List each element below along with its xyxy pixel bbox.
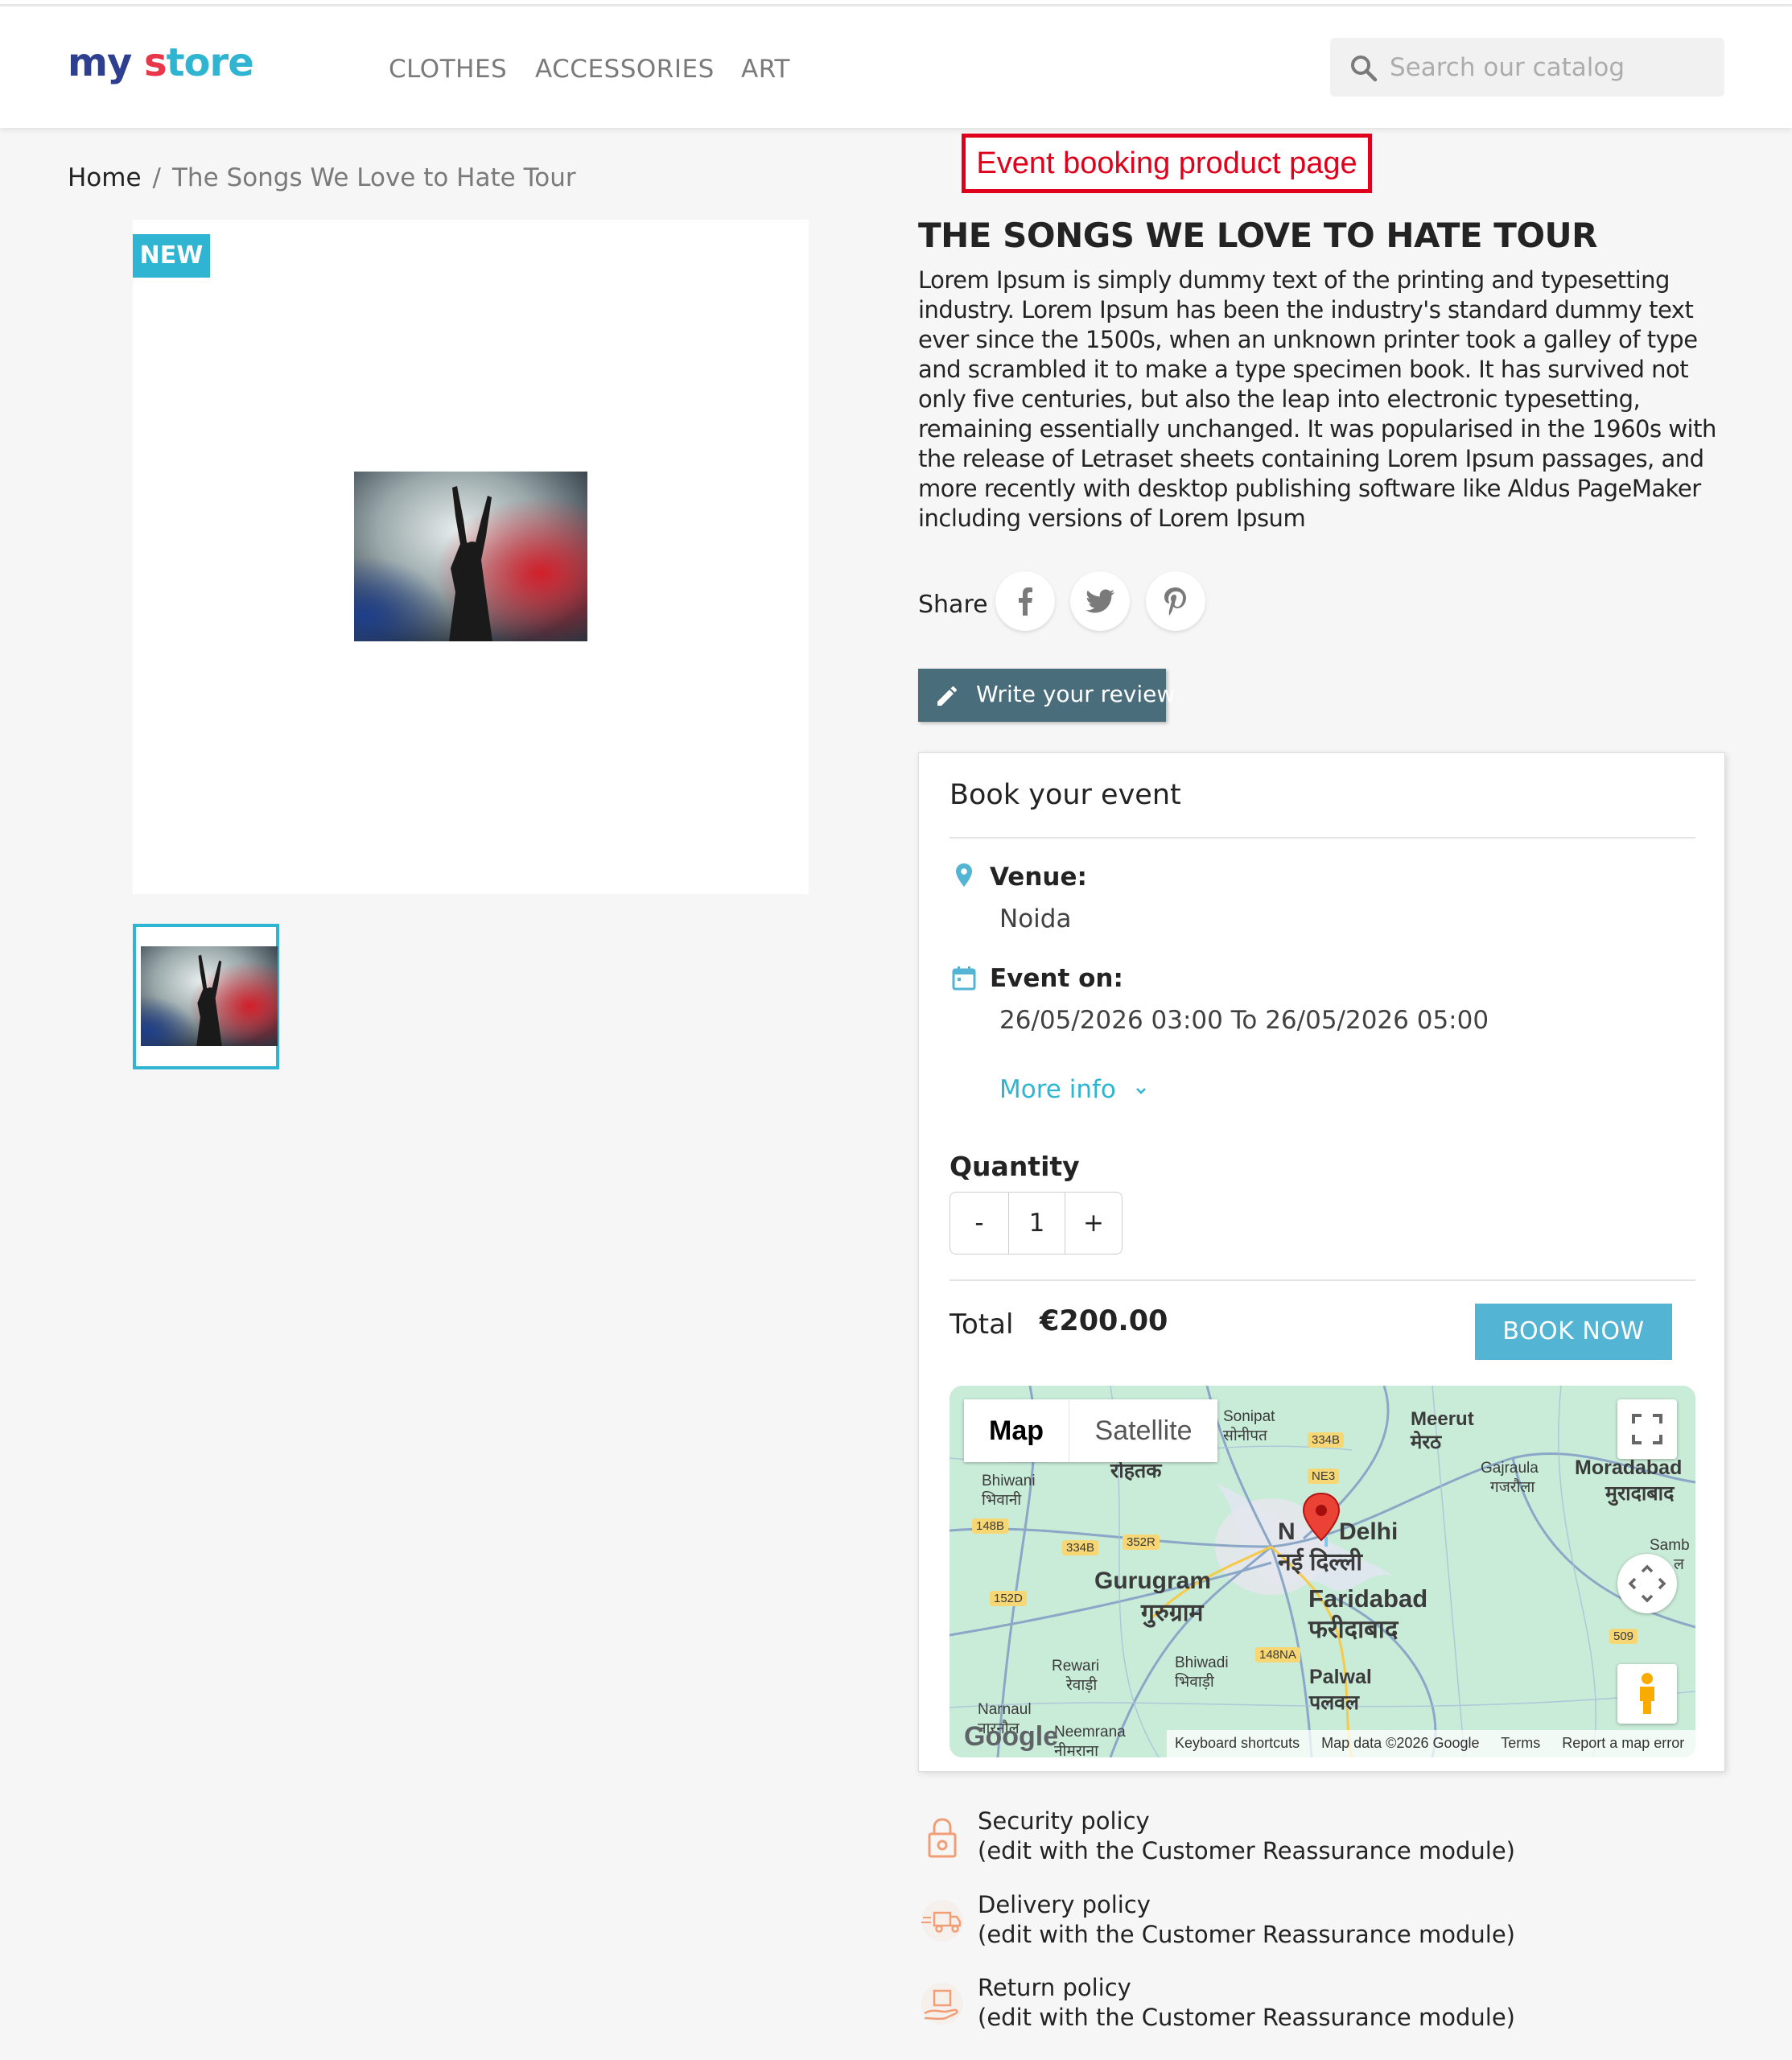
- product-description: Lorem Ipsum is simply dummy text of the …: [918, 266, 1716, 532]
- more-info-toggle[interactable]: More info: [999, 1075, 1148, 1104]
- reassurance-subtitle: (edit with the Customer Reassurance modu…: [978, 1921, 1515, 1948]
- map-data-credit: Map data ©2026 Google: [1321, 1735, 1480, 1751]
- nav-accessories[interactable]: ACCESSORIES: [535, 55, 715, 84]
- fullscreen-icon: [1632, 1414, 1662, 1444]
- site-header: my store CLOTHES ACCESSORIES ART: [0, 6, 1792, 128]
- new-badge: NEW: [133, 234, 210, 278]
- annotation-label: Event booking product page: [962, 134, 1372, 193]
- breadcrumb: Home / The Songs We Love to Hate Tour: [68, 163, 576, 192]
- twitter-share-button[interactable]: [1070, 571, 1130, 631]
- booking-card: Book your event Venue: Noida Event on: 2…: [918, 752, 1725, 1772]
- fullscreen-button[interactable]: [1617, 1399, 1677, 1459]
- facebook-share-button[interactable]: [995, 571, 1055, 631]
- product-title: THE SONGS WE LOVE TO HATE TOUR: [918, 216, 1598, 255]
- terms-link[interactable]: Terms: [1501, 1735, 1540, 1751]
- pinterest-icon: [1164, 587, 1186, 616]
- store-logo[interactable]: my store: [68, 40, 254, 85]
- venue-label: Venue:: [990, 863, 1087, 892]
- map-tab-map[interactable]: Map: [964, 1399, 1069, 1462]
- street-view-button[interactable]: [1617, 1664, 1677, 1724]
- pan-arrows-icon: [1628, 1564, 1666, 1603]
- reassurance-title: Delivery policy: [978, 1891, 1151, 1918]
- share-label: Share: [918, 591, 988, 619]
- quantity-decrease-button[interactable]: -: [950, 1193, 1008, 1254]
- map-footer: Keyboard shortcuts Map data ©2026 Google…: [1167, 1730, 1695, 1757]
- event-date-label: Event on:: [990, 964, 1123, 993]
- write-review-button[interactable]: Write your review: [918, 669, 1175, 722]
- report-map-error-link[interactable]: Report a map error: [1562, 1735, 1684, 1751]
- quantity-increase-button[interactable]: +: [1065, 1193, 1122, 1254]
- search-input[interactable]: [1390, 47, 1712, 88]
- map-camera-control[interactable]: [1617, 1554, 1677, 1613]
- product-thumbnail[interactable]: [133, 924, 279, 1069]
- booking-title: Book your event: [950, 779, 1181, 811]
- book-now-button[interactable]: BOOK NOW: [1475, 1304, 1672, 1360]
- chevron-down-icon: [1135, 1087, 1146, 1094]
- product-cover-image[interactable]: [354, 472, 587, 641]
- pinterest-share-button[interactable]: [1146, 571, 1205, 631]
- nav-clothes[interactable]: CLOTHES: [389, 55, 507, 84]
- nav-art[interactable]: ART: [741, 55, 790, 84]
- breadcrumb-home[interactable]: Home: [68, 163, 142, 192]
- twitter-icon: [1085, 589, 1114, 613]
- map-tab-satellite[interactable]: Satellite: [1069, 1399, 1217, 1462]
- quantity-input[interactable]: 1: [1009, 1193, 1065, 1254]
- location-pin-icon: [956, 863, 972, 887]
- quantity-label: Quantity: [950, 1151, 1080, 1182]
- venue-map[interactable]: Sonipat सोनीपत Meerut मेरठ रोहतक Bhiwani…: [950, 1386, 1695, 1757]
- delivery-truck-icon: [921, 1900, 963, 1942]
- google-logo: Google: [964, 1721, 1059, 1752]
- search-icon[interactable]: [1348, 52, 1380, 84]
- reassurance-title: Return policy: [978, 1974, 1131, 2001]
- reassurance-subtitle: (edit with the Customer Reassurance modu…: [978, 2004, 1515, 2031]
- total-label: Total: [950, 1308, 1014, 1341]
- pencil-icon: [937, 686, 957, 706]
- calendar-icon: [952, 966, 976, 991]
- map-type-control: Map Satellite: [964, 1399, 1217, 1462]
- divider: [950, 1279, 1695, 1281]
- reassurance-title: Security policy: [978, 1807, 1150, 1835]
- breadcrumb-current[interactable]: The Songs We Love to Hate Tour: [172, 163, 576, 192]
- quantity-stepper: - 1 +: [950, 1192, 1123, 1255]
- facebook-icon: [1019, 587, 1032, 616]
- total-price: €200.00: [1040, 1305, 1168, 1337]
- lock-icon: [928, 1818, 957, 1858]
- search-box: [1330, 38, 1724, 97]
- venue-value: Noida: [999, 904, 1072, 933]
- event-date-value: 26/05/2026 03:00 To 26/05/2026 05:00: [999, 1006, 1489, 1035]
- return-box-icon: [921, 1983, 963, 2025]
- reassurance-subtitle: (edit with the Customer Reassurance modu…: [978, 1837, 1515, 1864]
- pegman-icon: [1640, 1673, 1654, 1714]
- divider: [950, 837, 1695, 838]
- top-strip: [0, 0, 1792, 6]
- keyboard-shortcuts-link[interactable]: Keyboard shortcuts: [1175, 1735, 1300, 1751]
